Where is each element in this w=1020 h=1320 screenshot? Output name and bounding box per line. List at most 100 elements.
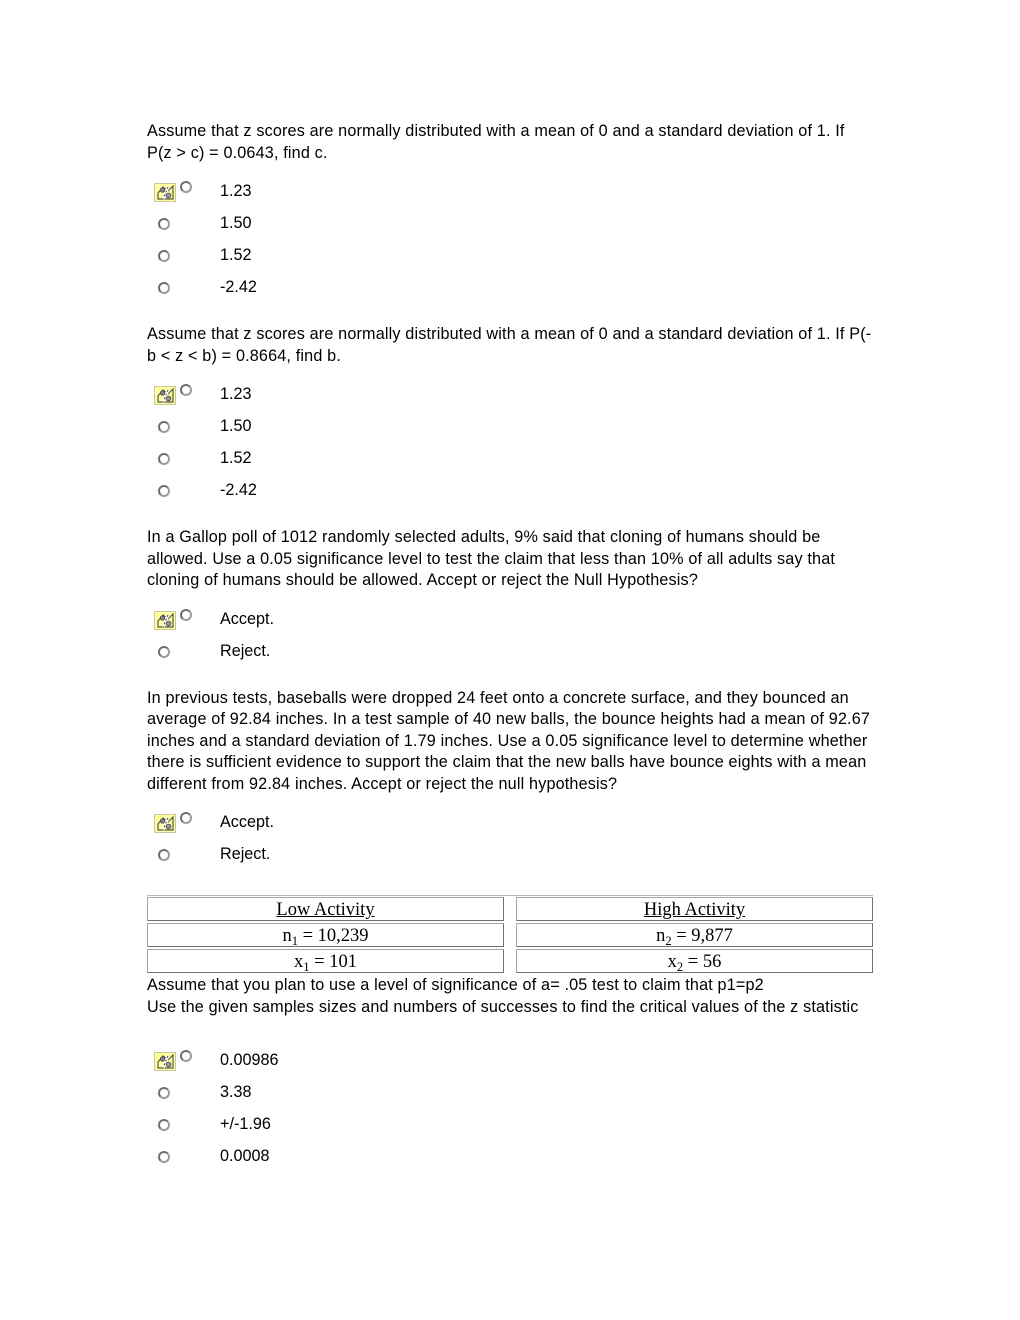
activity-table: Low Activity High Activity n1 = 10,239 n… xyxy=(147,897,873,975)
radio-button[interactable] xyxy=(158,1151,170,1163)
high-x-symbol: x xyxy=(667,952,677,972)
option-marker xyxy=(147,1081,220,1113)
option-label: Reject. xyxy=(220,845,271,863)
option-row[interactable]: Reject. xyxy=(147,843,873,875)
option-label: -2.42 xyxy=(220,481,257,499)
broken-image-icon xyxy=(154,1052,176,1071)
high-activity-header: High Activity xyxy=(643,900,746,920)
option-marker xyxy=(147,383,220,415)
option-marker xyxy=(147,212,220,244)
option-row[interactable]: 1.52 xyxy=(147,244,873,276)
radio-button[interactable] xyxy=(180,812,192,824)
radio-button[interactable] xyxy=(158,1087,170,1099)
option-row[interactable]: 1.50 xyxy=(147,212,873,244)
option-marker xyxy=(147,843,220,875)
broken-image-icon xyxy=(154,386,176,405)
option-label: Reject. xyxy=(220,641,271,660)
option-label: Accept. xyxy=(220,813,274,831)
radio-button[interactable] xyxy=(158,485,170,497)
option-label: 0.0008 xyxy=(220,1147,270,1165)
option-row[interactable]: Accept. xyxy=(147,608,873,640)
option-row[interactable]: Accept. xyxy=(147,811,873,843)
radio-button[interactable] xyxy=(158,282,170,294)
option-row[interactable]: Reject. xyxy=(147,640,873,672)
question-3-options: Accept. Reject. xyxy=(147,608,873,672)
radio-button[interactable] xyxy=(158,1119,170,1131)
low-x-subscript: 1 xyxy=(303,960,310,975)
option-row[interactable]: 1.50 xyxy=(147,415,873,447)
radio-button[interactable] xyxy=(180,384,192,396)
option-row[interactable]: -2.42 xyxy=(147,479,873,511)
document-content: Assume that z scores are normally distri… xyxy=(147,121,873,1177)
option-marker xyxy=(147,811,220,843)
radio-button[interactable] xyxy=(180,181,192,193)
option-row[interactable]: 1.52 xyxy=(147,447,873,479)
option-row[interactable]: +/-1.96 xyxy=(147,1113,873,1145)
option-marker xyxy=(147,479,220,511)
radio-button[interactable] xyxy=(158,645,170,658)
question-5-options: 0.00986 3.38 +/-1.96 0.0008 xyxy=(147,1049,873,1177)
document-page: Assume that z scores are normally distri… xyxy=(0,0,1020,1320)
radio-button[interactable] xyxy=(180,608,192,621)
option-marker xyxy=(147,1049,220,1081)
option-label: 1.52 xyxy=(220,449,252,467)
option-marker xyxy=(147,1145,220,1177)
low-n-value: = 10,239 xyxy=(297,926,369,946)
broken-image-icon xyxy=(154,183,176,202)
table-cell-high-n: n2 = 9,877 xyxy=(510,923,873,949)
option-label: 1.23 xyxy=(220,385,252,403)
option-marker xyxy=(147,640,220,672)
broken-image-icon xyxy=(154,610,176,630)
option-label: 1.23 xyxy=(220,182,252,200)
low-n-subscript: 1 xyxy=(291,934,298,949)
radio-button[interactable] xyxy=(158,849,170,861)
question-1-options: 1.23 1.50 1.52 -2.42 xyxy=(147,180,873,308)
high-n-value: = 9,877 xyxy=(671,926,733,946)
activity-table-wrapper: Low Activity High Activity n1 = 10,239 n… xyxy=(147,895,873,975)
question-5-prompt-line-2: Use the given samples sizes and numbers … xyxy=(147,997,859,1016)
option-row[interactable]: 0.0008 xyxy=(147,1145,873,1177)
option-row[interactable]: -2.42 xyxy=(147,276,873,308)
option-marker xyxy=(147,276,220,308)
question-3-prompt: In a Gallop poll of 1012 randomly select… xyxy=(147,528,836,589)
table-row: x1 = 101 x2 = 56 xyxy=(147,949,873,975)
radio-button[interactable] xyxy=(158,453,170,465)
option-row[interactable]: 1.23 xyxy=(147,383,873,415)
high-n-symbol: n xyxy=(656,926,666,946)
high-x-subscript: 2 xyxy=(676,960,684,975)
option-marker xyxy=(147,608,220,640)
table-cell-high-header: High Activity xyxy=(510,897,873,923)
option-marker xyxy=(147,415,220,447)
question-2-prompt: Assume that z scores are normally distri… xyxy=(147,325,872,365)
option-label: 1.50 xyxy=(220,417,252,435)
option-row[interactable]: 1.23 xyxy=(147,180,873,212)
option-marker xyxy=(147,244,220,276)
question-5-prompt-line-1: Assume that you plan to use a level of s… xyxy=(147,976,764,994)
high-x-value: = 56 xyxy=(683,952,722,972)
low-n-symbol: n xyxy=(282,926,292,946)
radio-button[interactable] xyxy=(158,250,170,262)
question-4-prompt: In previous tests, baseballs were droppe… xyxy=(147,688,871,793)
option-label: 1.52 xyxy=(220,246,252,264)
option-label: -2.42 xyxy=(220,278,257,296)
option-row[interactable]: 3.38 xyxy=(147,1081,873,1113)
option-marker xyxy=(147,180,220,212)
option-label: 3.38 xyxy=(220,1083,252,1101)
option-marker xyxy=(147,1113,220,1145)
option-row[interactable]: 0.00986 xyxy=(147,1049,873,1081)
broken-image-icon xyxy=(154,814,176,833)
table-cell-low-x: x1 = 101 xyxy=(147,949,510,975)
option-label: Accept. xyxy=(220,609,274,628)
option-label: 1.50 xyxy=(220,214,252,232)
high-n-subscript: 2 xyxy=(665,934,672,949)
radio-button[interactable] xyxy=(180,1050,192,1062)
low-activity-header: Low Activity xyxy=(276,900,375,920)
low-x-symbol: x xyxy=(294,952,304,972)
radio-button[interactable] xyxy=(158,218,170,230)
table-row: Low Activity High Activity xyxy=(147,897,873,923)
option-marker xyxy=(147,447,220,479)
table-row: n1 = 10,239 n2 = 9,877 xyxy=(147,923,873,949)
table-cell-low-n: n1 = 10,239 xyxy=(147,923,510,949)
radio-button[interactable] xyxy=(158,421,170,433)
option-label: +/-1.96 xyxy=(220,1115,271,1133)
